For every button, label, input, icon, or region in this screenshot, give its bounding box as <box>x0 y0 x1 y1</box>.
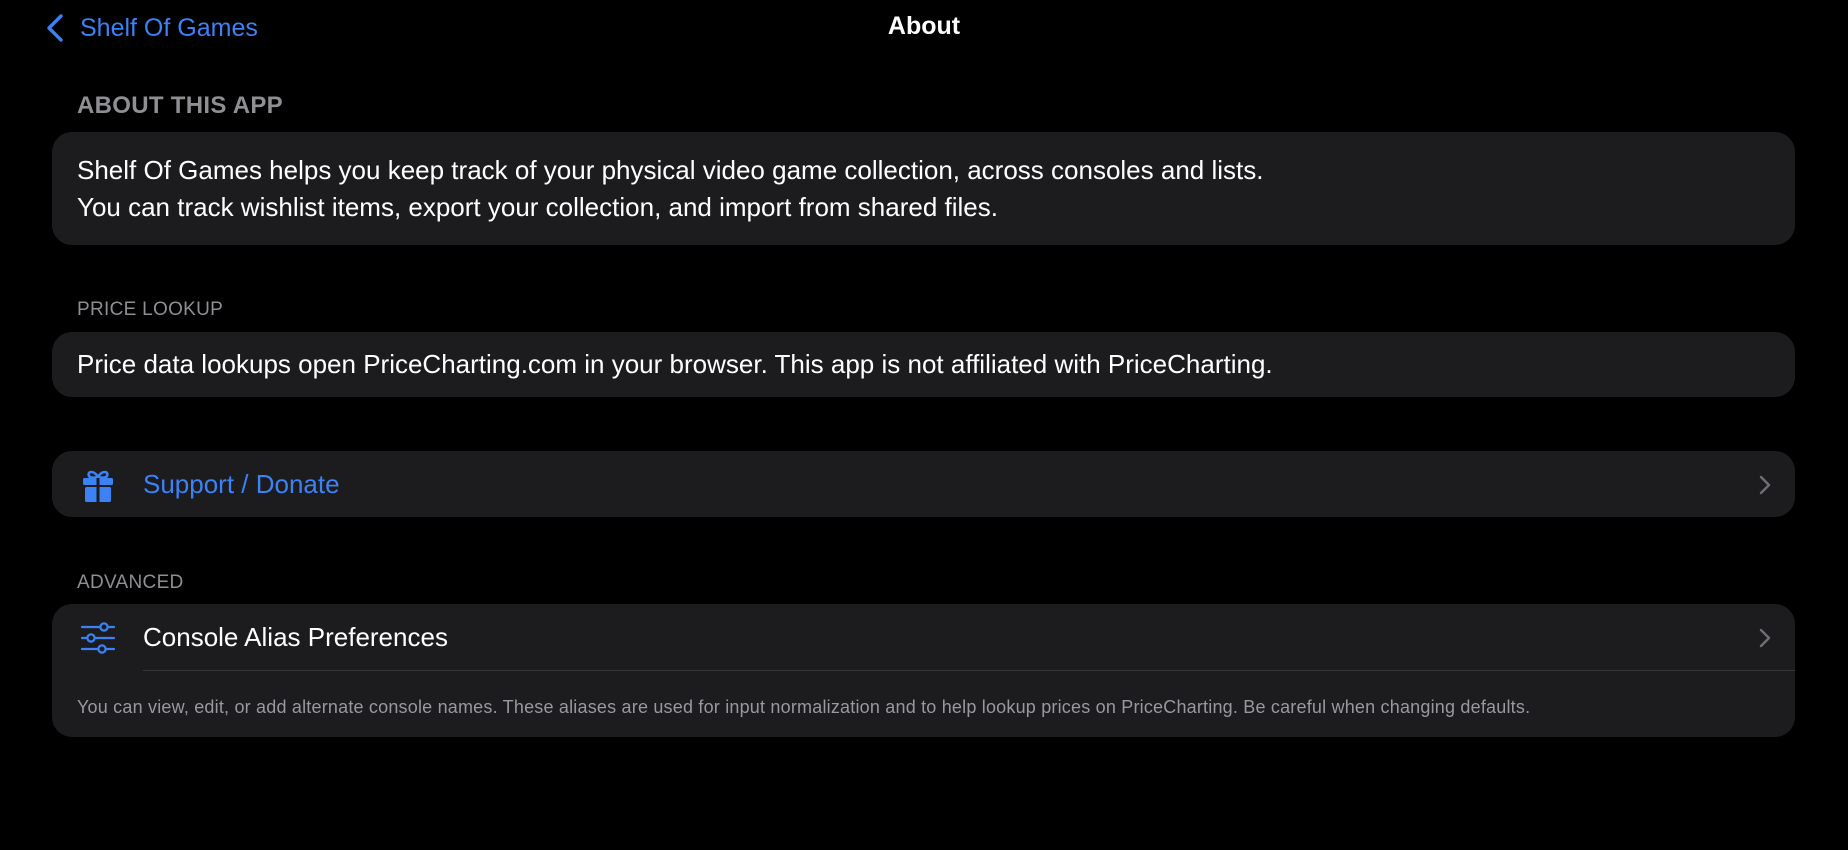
price-lookup-card: Price data lookups open PriceCharting.co… <box>52 332 1795 397</box>
price-lookup-section-header: PRICE LOOKUP <box>77 299 224 320</box>
support-donate-label: Support / Donate <box>143 469 340 499</box>
about-section-header: ABOUT THIS APP <box>77 92 283 119</box>
about-card: Shelf Of Games helps you keep track of y… <box>52 132 1795 245</box>
console-alias-preferences-label: Console Alias Preferences <box>143 622 448 652</box>
chevron-right-icon <box>1759 628 1771 648</box>
support-card: Support / Donate <box>52 451 1795 517</box>
support-donate-row[interactable]: Support / Donate <box>52 451 1795 517</box>
advanced-section-header: ADVANCED <box>77 572 184 593</box>
advanced-card: Console Alias Preferences You can view, … <box>52 604 1795 737</box>
page-title: About <box>887 12 961 40</box>
navigation-bar: Shelf Of Games About <box>0 0 1848 56</box>
sliders-icon <box>80 620 116 656</box>
chevron-right-icon <box>1759 475 1771 495</box>
about-text-line-2: You can track wishlist items, export you… <box>77 192 998 222</box>
about-text-line-1: Shelf Of Games helps you keep track of y… <box>77 155 1264 185</box>
gift-icon <box>80 467 116 503</box>
advanced-footnote: You can view, edit, or add alternate con… <box>77 697 1531 717</box>
price-lookup-text: Price data lookups open PriceCharting.co… <box>77 349 1273 379</box>
console-alias-preferences-row[interactable]: Console Alias Preferences <box>52 604 1795 670</box>
row-divider <box>143 670 1795 671</box>
